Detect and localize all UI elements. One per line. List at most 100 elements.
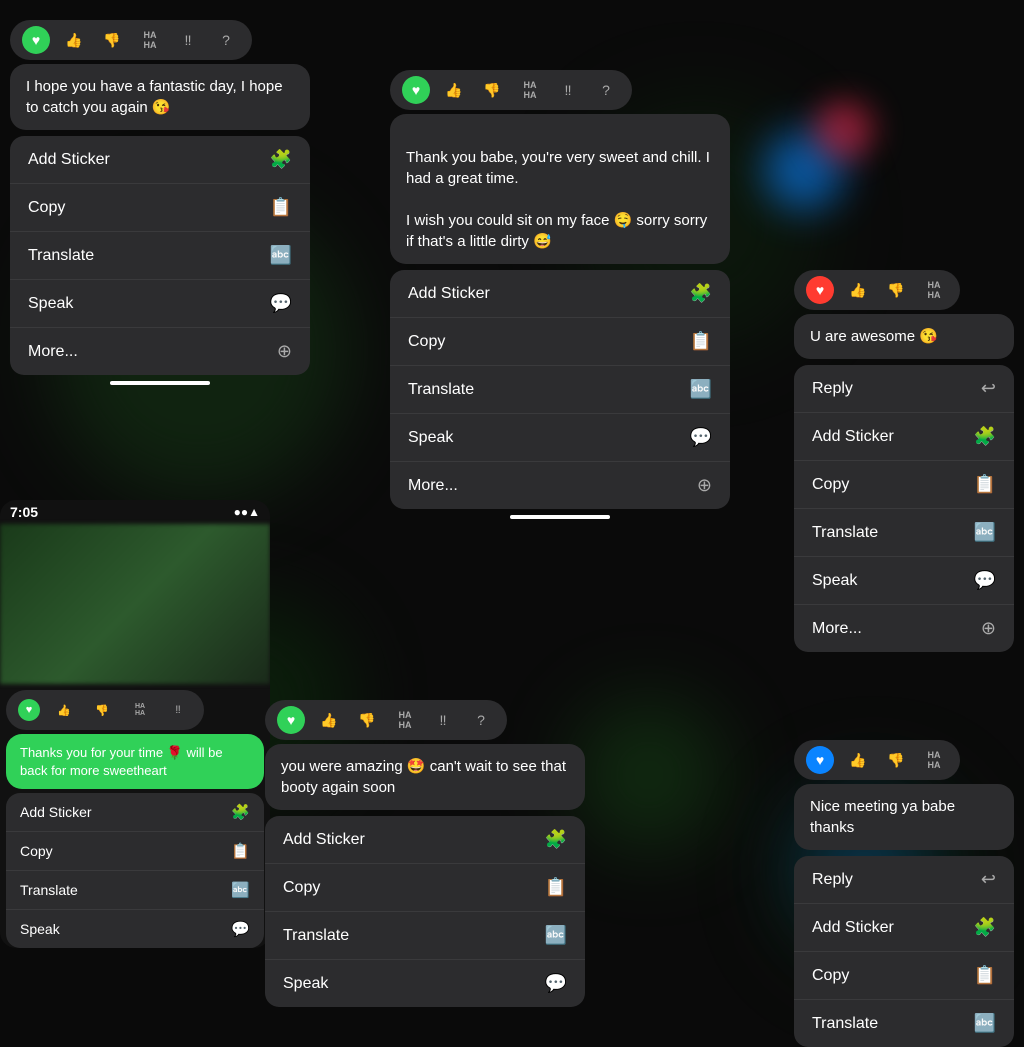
reply-icon-6: ↩ <box>981 869 996 890</box>
reaction-bar-2[interactable]: ♥ 👍 👎 HAHA ‼ ? <box>390 70 632 110</box>
menu-item-copy-5[interactable]: Copy 📋 <box>265 864 585 912</box>
menu-item-add-sticker-6[interactable]: Add Sticker 🧩 <box>794 904 1014 952</box>
sticker-icon-2: 🧩 <box>690 283 712 304</box>
reaction-bar-3[interactable]: ♥ 👍 👎 HAHA <box>794 270 960 310</box>
message-bubble-1: I hope you have a fantastic day, I hope … <box>10 64 310 130</box>
panel-5: ♥ 👍 👎 HAHA ‼ ? you were amazing 🤩 can't … <box>265 700 585 1007</box>
translate-icon-4: 🔤 <box>231 881 250 899</box>
translate-icon: 🔤 <box>270 245 292 266</box>
menu-item-copy-6[interactable]: Copy 📋 <box>794 952 1014 1000</box>
copy-icon-2: 📋 <box>690 331 712 352</box>
panel-3: ♥ 👍 👎 HAHA U are awesome 😘 Reply ↩ Add S… <box>794 270 1014 652</box>
menu-item-translate-4[interactable]: Translate 🔤 <box>6 871 264 910</box>
copy-icon-3: 📋 <box>974 474 996 495</box>
menu-item-speak-5[interactable]: Speak 💬 <box>265 960 585 1007</box>
thumbsdown-reaction[interactable]: 👎 <box>98 26 126 54</box>
message-bubble-3: U are awesome 😘 <box>794 314 1014 359</box>
panel-2: ♥ 👍 👎 HAHA ‼ ? Thank you babe, you're ve… <box>390 70 730 525</box>
menu-item-speak-1[interactable]: Speak 💬 <box>10 280 310 328</box>
context-menu-4: Add Sticker 🧩 Copy 📋 Translate 🔤 Speak 💬 <box>6 793 264 948</box>
translate-icon-5: 🔤 <box>545 925 567 946</box>
menu-item-add-sticker-2[interactable]: Add Sticker 🧩 <box>390 270 730 318</box>
menu-item-add-sticker-5[interactable]: Add Sticker 🧩 <box>265 816 585 864</box>
heart-reaction-4[interactable]: ♥ <box>18 699 40 721</box>
heart-reaction-2[interactable]: ♥ <box>402 76 430 104</box>
exclaim-reaction-2[interactable]: ‼ <box>554 76 582 104</box>
question-reaction[interactable]: ? <box>212 26 240 54</box>
home-indicator <box>110 381 210 385</box>
reaction-bar-6[interactable]: ♥ 👍 👎 HAHA <box>794 740 960 780</box>
thumbsup-reaction-2[interactable]: 👍 <box>440 76 468 104</box>
copy-icon-4: 📋 <box>231 842 250 860</box>
thumbsup-reaction-5[interactable]: 👍 <box>315 706 343 734</box>
reaction-bar-5[interactable]: ♥ 👍 👎 HAHA ‼ ? <box>265 700 507 740</box>
menu-item-copy-4[interactable]: Copy 📋 <box>6 832 264 871</box>
thumbsup-reaction-6[interactable]: 👍 <box>844 746 872 774</box>
menu-item-more-2[interactable]: More... ⊕ <box>390 462 730 509</box>
heart-reaction-3[interactable]: ♥ <box>806 276 834 304</box>
menu-item-translate-1[interactable]: Translate 🔤 <box>10 232 310 280</box>
menu-item-speak-2[interactable]: Speak 💬 <box>390 414 730 462</box>
menu-item-reply-3[interactable]: Reply ↩ <box>794 365 1014 413</box>
thumbsup-reaction-3[interactable]: 👍 <box>844 276 872 304</box>
panel-6: ♥ 👍 👎 HAHA Nice meeting ya babe thanks R… <box>794 740 1014 1047</box>
message-bubble-6: Nice meeting ya babe thanks <box>794 784 1014 850</box>
haha-reaction-3[interactable]: HAHA <box>920 276 948 304</box>
message-bubble-2: Thank you babe, you're very sweet and ch… <box>390 114 730 264</box>
sticker-icon-4: 🧩 <box>231 803 250 821</box>
menu-item-speak-3[interactable]: Speak 💬 <box>794 557 1014 605</box>
menu-item-translate-3[interactable]: Translate 🔤 <box>794 509 1014 557</box>
translate-icon-3: 🔤 <box>974 522 996 543</box>
haha-reaction[interactable]: HAHA <box>136 26 164 54</box>
speak-icon-5: 💬 <box>545 973 567 994</box>
question-reaction-5[interactable]: ? <box>467 706 495 734</box>
menu-item-copy-1[interactable]: Copy 📋 <box>10 184 310 232</box>
menu-item-add-sticker-1[interactable]: Add Sticker 🧩 <box>10 136 310 184</box>
haha-reaction-2[interactable]: HAHA <box>516 76 544 104</box>
thumbsup-reaction-4[interactable]: 👍 <box>50 696 78 724</box>
menu-item-reply-6[interactable]: Reply ↩ <box>794 856 1014 904</box>
sticker-icon-3: 🧩 <box>974 426 996 447</box>
thumbsup-reaction[interactable]: 👍 <box>60 26 88 54</box>
context-menu-6: Reply ↩ Add Sticker 🧩 Copy 📋 Translate 🔤 <box>794 856 1014 1047</box>
haha-reaction-6[interactable]: HAHA <box>920 746 948 774</box>
exclaim-reaction-5[interactable]: ‼ <box>429 706 457 734</box>
thumbsdown-reaction-3[interactable]: 👎 <box>882 276 910 304</box>
menu-item-more-1[interactable]: More... ⊕ <box>10 328 310 375</box>
heart-reaction-5[interactable]: ♥ <box>277 706 305 734</box>
thumbsdown-reaction-2[interactable]: 👎 <box>478 76 506 104</box>
menu-item-copy-3[interactable]: Copy 📋 <box>794 461 1014 509</box>
thumbsdown-reaction-5[interactable]: 👎 <box>353 706 381 734</box>
sticker-icon-6: 🧩 <box>974 917 996 938</box>
copy-icon-6: 📋 <box>974 965 996 986</box>
menu-item-more-3[interactable]: More... ⊕ <box>794 605 1014 652</box>
haha-reaction-4[interactable]: HAHA <box>126 696 154 724</box>
haha-reaction-5[interactable]: HAHA <box>391 706 419 734</box>
menu-item-add-sticker-3[interactable]: Add Sticker 🧩 <box>794 413 1014 461</box>
reaction-bar-1[interactable]: ♥ 👍 👎 HAHA ‼ ? <box>10 20 252 60</box>
speak-icon: 💬 <box>270 293 292 314</box>
speak-icon-3: 💬 <box>974 570 996 591</box>
question-reaction-2[interactable]: ? <box>592 76 620 104</box>
panel-4: 7:05 ●●▲ ♥ 👍 👎 HAHA ‼ Thanks you for you… <box>0 500 270 948</box>
sticker-icon: 🧩 <box>270 149 292 170</box>
menu-item-add-sticker-4[interactable]: Add Sticker 🧩 <box>6 793 264 832</box>
menu-item-speak-4[interactable]: Speak 💬 <box>6 910 264 948</box>
menu-item-copy-2[interactable]: Copy 📋 <box>390 318 730 366</box>
message-bubble-4: Thanks you for your time 🌹 will be back … <box>6 734 264 789</box>
reaction-bar-4[interactable]: ♥ 👍 👎 HAHA ‼ <box>6 690 204 730</box>
blurred-image <box>0 524 270 684</box>
home-indicator-2 <box>510 515 610 519</box>
more-icon-2: ⊕ <box>697 475 712 496</box>
copy-icon: 📋 <box>270 197 292 218</box>
heart-reaction-6[interactable]: ♥ <box>806 746 834 774</box>
heart-reaction[interactable]: ♥ <box>22 26 50 54</box>
menu-item-translate-5[interactable]: Translate 🔤 <box>265 912 585 960</box>
panel-1: ♥ 👍 👎 HAHA ‼ ? I hope you have a fantast… <box>10 20 310 391</box>
menu-item-translate-2[interactable]: Translate 🔤 <box>390 366 730 414</box>
thumbsdown-reaction-6[interactable]: 👎 <box>882 746 910 774</box>
exclaim-reaction[interactable]: ‼ <box>174 26 202 54</box>
message-bubble-5: you were amazing 🤩 can't wait to see tha… <box>265 744 585 810</box>
exclaim-reaction-4[interactable]: ‼ <box>164 696 192 724</box>
thumbsdown-reaction-4[interactable]: 👎 <box>88 696 116 724</box>
